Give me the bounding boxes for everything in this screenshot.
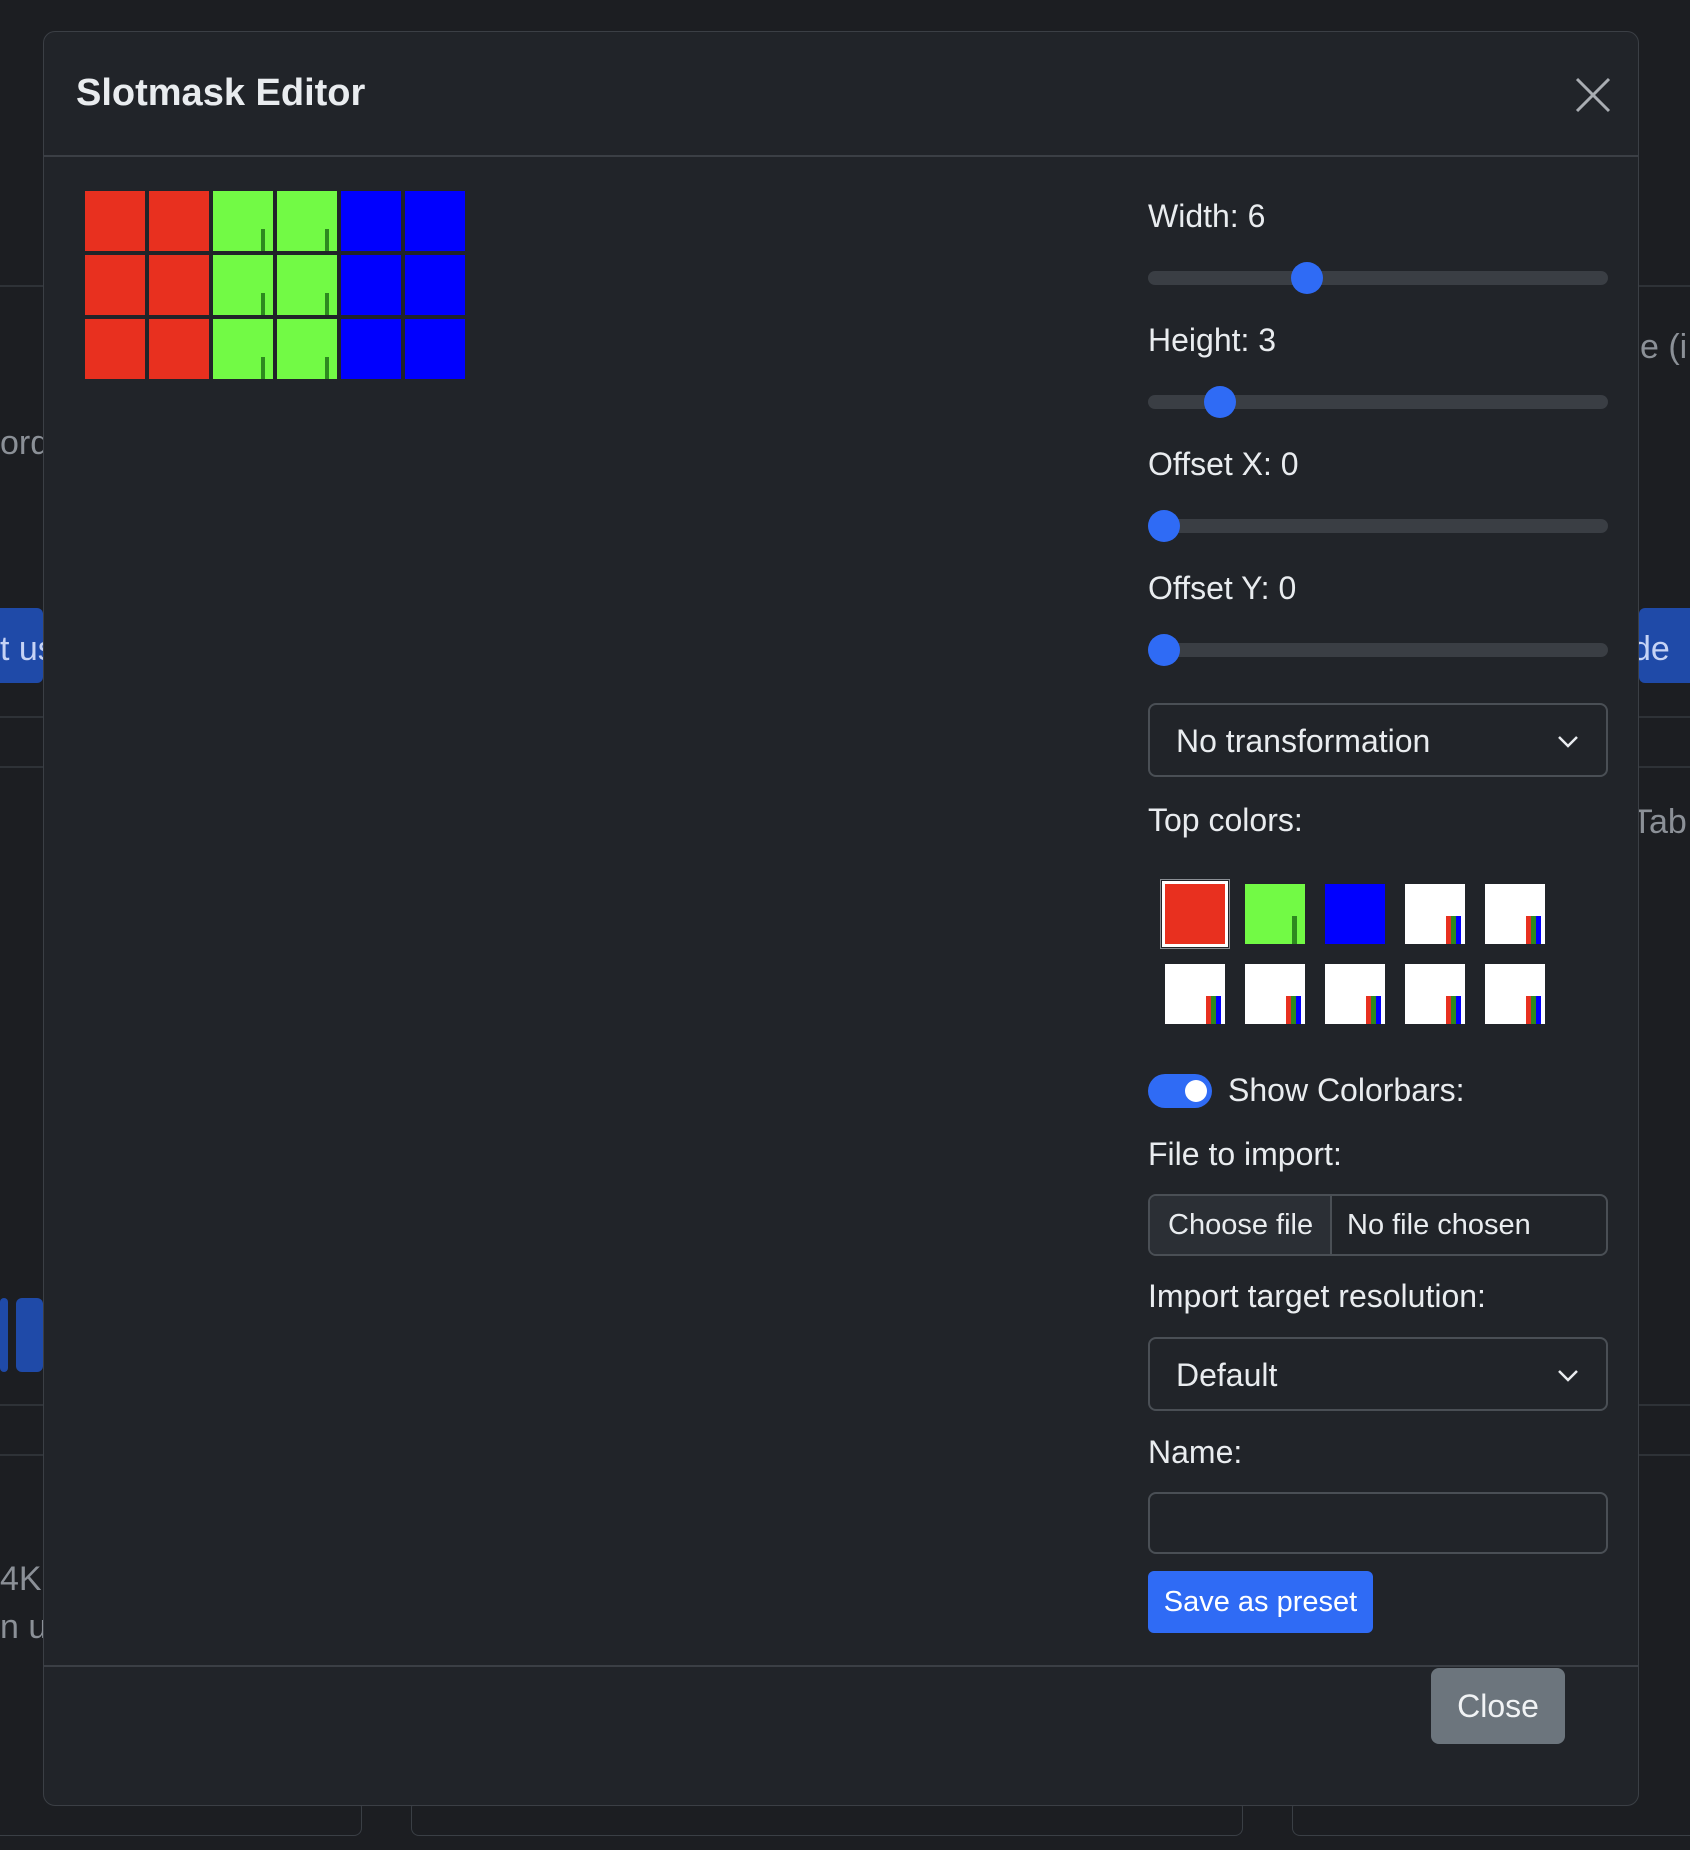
top-color-swatch-white-rgb[interactable] <box>1245 964 1305 1024</box>
slotmask-cell-red[interactable] <box>85 255 145 315</box>
slotmask-cell-red[interactable] <box>149 319 209 379</box>
slotmask-cell-blue[interactable] <box>405 255 465 315</box>
slotmask-cell-blue[interactable] <box>405 191 465 251</box>
bg-text-fragment: e (i <box>1640 328 1688 366</box>
modal-title: Slotmask Editor <box>76 72 366 114</box>
import-resolution-selected: Default <box>1176 1357 1278 1393</box>
close-x-icon[interactable] <box>1574 76 1612 114</box>
slotmask-cell-green[interactable] <box>213 255 273 315</box>
transformation-select[interactable]: No transformation <box>1148 703 1608 777</box>
modal-footer <box>44 1665 1638 1805</box>
bg-divider <box>0 716 43 718</box>
swatch-colorbar <box>1376 996 1381 1024</box>
swatch-marker <box>1292 916 1297 944</box>
swatch-colorbar <box>1536 996 1541 1024</box>
name-label: Name: <box>1148 1434 1243 1470</box>
modal-header: Slotmask Editor <box>44 32 1638 157</box>
cell-marker <box>325 293 329 315</box>
chevron-down-icon <box>1558 1370 1578 1382</box>
width-slider[interactable] <box>1148 262 1608 294</box>
swatch-colorbar <box>1296 996 1301 1024</box>
file-import-label: File to import: <box>1148 1136 1342 1172</box>
offset-y-label: Offset Y: 0 <box>1148 570 1297 606</box>
swatch-colorbar <box>1536 916 1541 944</box>
width-slider-thumb[interactable] <box>1291 262 1323 294</box>
width-label: Width: 6 <box>1148 198 1266 234</box>
swatch-colorbar <box>1216 996 1221 1024</box>
slotmask-cell-red[interactable] <box>85 319 145 379</box>
offset-y-slider[interactable] <box>1148 634 1608 666</box>
bg-divider <box>0 1404 43 1406</box>
slotmask-cell-green[interactable] <box>213 191 273 251</box>
bg-button-fragment <box>16 1298 43 1372</box>
top-color-swatch-white-rgb[interactable] <box>1165 964 1225 1024</box>
show-colorbars-label: Show Colorbars: <box>1228 1072 1465 1108</box>
name-input[interactable] <box>1148 1492 1608 1554</box>
file-input[interactable]: Choose file No file chosen <box>1148 1194 1608 1256</box>
height-slider[interactable] <box>1148 386 1608 418</box>
cell-marker <box>325 229 329 251</box>
bg-text-fragment: ord <box>0 424 50 462</box>
close-button[interactable]: Close <box>1431 1668 1565 1744</box>
slotmask-cell-blue[interactable] <box>341 191 401 251</box>
cell-marker <box>261 293 265 315</box>
top-color-swatch-green[interactable] <box>1245 884 1305 944</box>
slotmask-cell-green[interactable] <box>213 319 273 379</box>
top-color-swatch-white-rgb[interactable] <box>1485 884 1545 944</box>
toggle-knob <box>1185 1080 1207 1102</box>
choose-file-label: Choose file <box>1168 1209 1314 1241</box>
height-label: Height: 3 <box>1148 322 1277 358</box>
bg-button-fragment <box>0 1298 8 1372</box>
top-color-swatch-white-rgb[interactable] <box>1485 964 1545 1024</box>
choose-file-button[interactable]: Choose file <box>1150 1196 1332 1254</box>
transformation-selected: No transformation <box>1176 723 1431 759</box>
slotmask-cell-blue[interactable] <box>341 319 401 379</box>
slotmask-cell-green[interactable] <box>277 319 337 379</box>
slotmask-cell-blue[interactable] <box>405 319 465 379</box>
bg-divider <box>1639 1404 1690 1406</box>
bg-divider <box>1639 285 1690 287</box>
top-color-swatch-white-rgb[interactable] <box>1325 964 1385 1024</box>
save-preset-button[interactable]: Save as preset <box>1148 1571 1373 1633</box>
offset-x-slider-thumb[interactable] <box>1148 510 1180 542</box>
bg-divider <box>1639 1454 1690 1456</box>
swatch-colorbar <box>1456 916 1461 944</box>
top-color-swatch-red[interactable] <box>1162 881 1228 947</box>
slotmask-cell-red[interactable] <box>149 255 209 315</box>
file-status: No file chosen <box>1347 1209 1531 1241</box>
slotmask-cell-green[interactable] <box>277 255 337 315</box>
show-colorbars-toggle[interactable] <box>1148 1074 1212 1108</box>
slotmask-cell-red[interactable] <box>149 191 209 251</box>
bg-divider <box>0 285 43 287</box>
bg-divider <box>1639 766 1690 768</box>
top-color-swatch-white-rgb[interactable] <box>1405 884 1465 944</box>
top-color-swatch-blue[interactable] <box>1325 884 1385 944</box>
bg-divider <box>0 1454 43 1456</box>
import-resolution-label: Import target resolution: <box>1148 1278 1486 1314</box>
height-slider-thumb[interactable] <box>1204 386 1236 418</box>
top-color-swatch-white-rgb[interactable] <box>1405 964 1465 1024</box>
cell-marker <box>325 357 329 379</box>
import-resolution-select[interactable]: Default <box>1148 1337 1608 1411</box>
bg-divider <box>1639 716 1690 718</box>
chevron-down-icon <box>1558 736 1578 748</box>
cell-marker <box>261 229 265 251</box>
cell-marker <box>261 357 265 379</box>
slotmask-cell-blue[interactable] <box>341 255 401 315</box>
offset-x-label: Offset X: 0 <box>1148 446 1299 482</box>
swatch-colorbar <box>1456 996 1461 1024</box>
offset-x-slider[interactable] <box>1148 510 1608 542</box>
slotmask-cell-green[interactable] <box>277 191 337 251</box>
offset-y-slider-thumb[interactable] <box>1148 634 1180 666</box>
top-colors-label: Top colors: <box>1148 802 1303 838</box>
bg-divider <box>0 766 43 768</box>
bg-text-fragment: Tab <box>1632 803 1687 841</box>
slotmask-cell-red[interactable] <box>85 191 145 251</box>
